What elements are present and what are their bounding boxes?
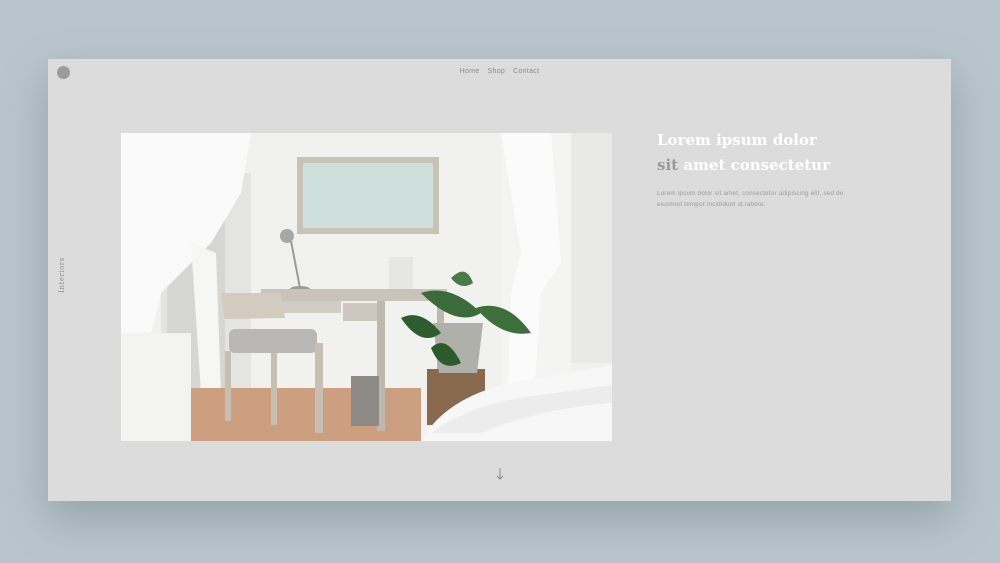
headline-line-1: Lorem ipsum dolor bbox=[657, 131, 817, 149]
nav-item-home[interactable]: Home bbox=[460, 68, 480, 75]
interior-photo bbox=[121, 133, 612, 441]
headline-muted-word: sit bbox=[657, 156, 679, 174]
hero-image bbox=[121, 133, 612, 441]
landing-card: Home Shop Contact Interiors Lorem ipsum … bbox=[48, 59, 951, 501]
top-navigation: Home Shop Contact bbox=[48, 68, 951, 75]
headline-line-2: amet consectetur bbox=[683, 156, 830, 174]
nav-item-shop[interactable]: Shop bbox=[488, 68, 506, 75]
nav-item-contact[interactable]: Contact bbox=[513, 68, 539, 75]
section-label: Interiors bbox=[58, 257, 66, 293]
hero-body-text: Lorem ipsum dolor sit amet, consectetur … bbox=[657, 190, 844, 209]
hero-headline: Lorem ipsum dolor sit amet consectetur bbox=[657, 128, 897, 178]
arrow-down-icon[interactable] bbox=[494, 467, 506, 481]
